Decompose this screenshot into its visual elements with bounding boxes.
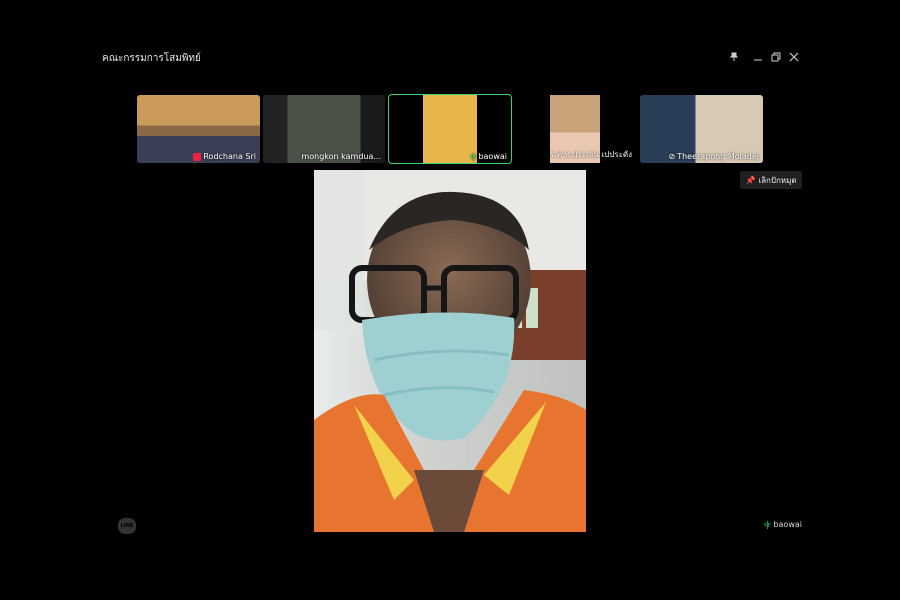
participant-name: mongkon kamdua... xyxy=(301,152,381,161)
audio-wave-icon: ·ı|ı· xyxy=(469,152,477,161)
main-video xyxy=(314,170,586,532)
participant-name: ร.ต.ท.ประเจน เปประดัง xyxy=(549,150,632,159)
participant-tile-active[interactable]: ·ı|ı· baowai xyxy=(388,94,512,164)
active-speaker-indicator: ·ı|ı· baowai xyxy=(763,520,802,529)
unpin-label: เลิกปักหมุด xyxy=(758,175,797,185)
window-title: คณะกรรมการโสมพิทย์ xyxy=(102,53,201,64)
participant-tile[interactable]: mongkon kamdua... xyxy=(263,95,385,163)
video-off-icon: ⊘ xyxy=(668,152,676,161)
line-logo-icon: LINE xyxy=(118,518,136,534)
minimize-icon[interactable] xyxy=(751,50,765,64)
participant-name: Rodchana Sri xyxy=(203,152,256,161)
pin-icon: 📌 xyxy=(745,175,756,185)
audio-wave-icon: ·ı|ı· xyxy=(763,520,771,529)
participant-name: Theerapong Moladej xyxy=(677,152,759,161)
pin-icon[interactable] xyxy=(727,50,741,64)
participant-tile[interactable]: ⊘ Theerapong Moladej xyxy=(640,95,763,163)
participant-tile[interactable]: Rodchana Sri xyxy=(137,95,260,163)
unpin-button[interactable]: 📌 เลิกปักหมุด xyxy=(740,171,802,189)
participant-name: baowai xyxy=(478,152,507,161)
close-icon[interactable] xyxy=(787,50,801,64)
restore-icon[interactable] xyxy=(769,50,783,64)
active-speaker-name: baowai xyxy=(773,520,802,529)
participant-tile[interactable]: ร.ต.ท.ประเจน เปประดัง xyxy=(514,95,636,163)
mic-muted-icon xyxy=(193,152,202,161)
